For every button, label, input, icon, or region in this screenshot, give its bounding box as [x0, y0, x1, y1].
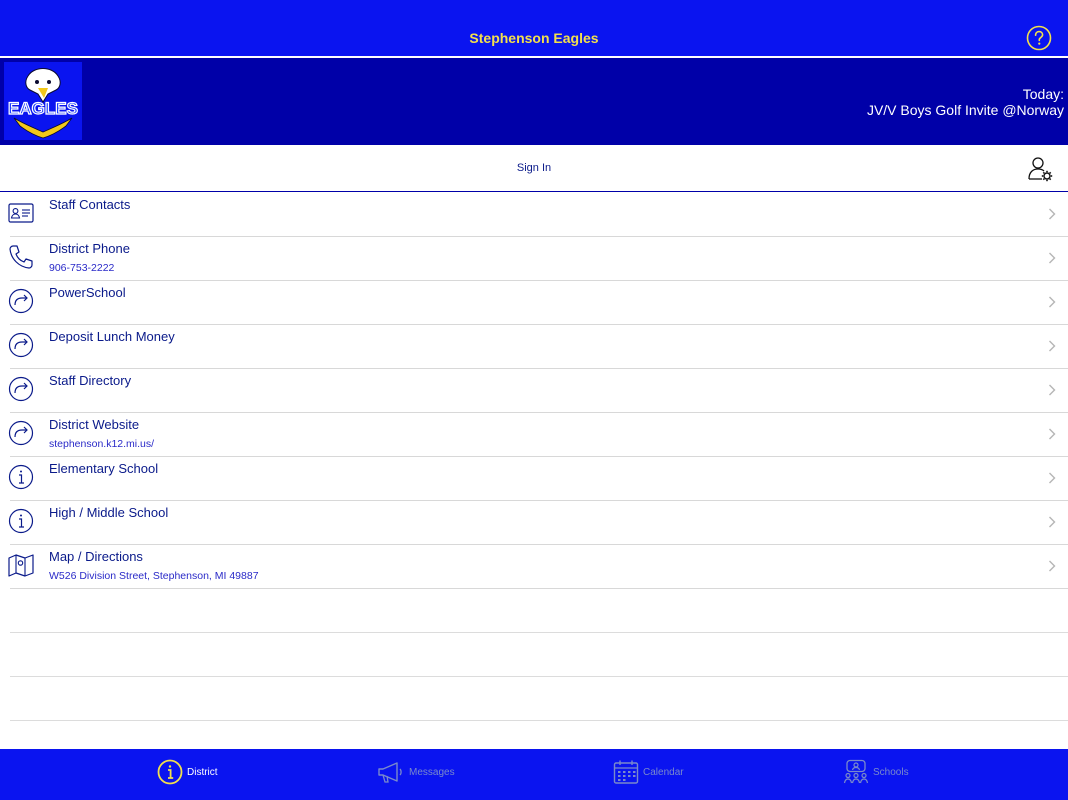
signin-bar: Sign In — [0, 145, 1068, 192]
chevron-right-icon — [1049, 516, 1056, 528]
list-item-deposit-lunch-money[interactable]: Deposit Lunch Money — [8, 325, 1068, 369]
list-item-label: Staff Directory — [49, 373, 132, 388]
help-circle-icon[interactable] — [1026, 25, 1052, 51]
chevron-right-icon — [1049, 560, 1056, 572]
tab-calendar[interactable]: Calendar — [613, 757, 684, 787]
list-item-district-phone[interactable]: District Phone 906-753-2222 — [9, 237, 1068, 281]
redirect-icon — [8, 332, 34, 358]
chevron-right-icon — [1049, 472, 1056, 484]
empty-list-row — [10, 633, 1068, 677]
list-item-district-website[interactable]: District Website stephenson.k12.mi.us/ — [8, 413, 1068, 457]
list-item-label: Elementary School — [49, 461, 159, 476]
schools-group-icon — [843, 759, 869, 784]
info-icon — [8, 508, 34, 534]
list-item-staff-directory[interactable]: Staff Directory — [8, 369, 1068, 413]
list-item-label: District Phone — [49, 241, 130, 256]
district-list: Staff Contacts District Phone 906-753-22… — [0, 193, 1068, 721]
district-website-url[interactable]: stephenson.k12.mi.us/ — [49, 438, 154, 450]
empty-list-row — [10, 677, 1068, 721]
tab-label: Calendar — [643, 766, 684, 778]
bottom-tab-bar: District Messages Calendar Schools — [0, 749, 1068, 800]
tab-district[interactable]: District — [157, 757, 218, 787]
info-circle-icon — [157, 759, 183, 785]
list-item-label: Deposit Lunch Money — [49, 329, 175, 344]
tab-label: Messages — [409, 766, 455, 778]
banner: EAGLES Today: JV/V Boys Golf Invite @Nor… — [0, 58, 1068, 145]
app-title: Stephenson Eagles — [469, 30, 599, 46]
user-settings-icon[interactable] — [1026, 155, 1054, 183]
app-window: Stephenson Eagles EAGLES Today: JV/V Boy… — [0, 0, 1068, 800]
redirect-icon — [8, 376, 34, 402]
list-item-label: District Website — [49, 417, 140, 432]
tab-label: District — [187, 766, 218, 778]
chevron-right-icon — [1049, 428, 1056, 440]
map-icon — [8, 554, 34, 577]
district-phone-number[interactable]: 906-753-2222 — [49, 262, 114, 274]
chevron-right-icon — [1049, 208, 1056, 220]
info-icon — [8, 464, 34, 490]
list-item-elementary-school[interactable]: Elementary School — [8, 457, 1068, 501]
calendar-icon — [613, 760, 639, 784]
today-label: Today: — [1022, 86, 1064, 102]
today-event-panel[interactable]: Today: JV/V Boys Golf Invite @Norway — [867, 86, 1064, 118]
redirect-icon — [8, 288, 34, 314]
list-item-powerschool[interactable]: PowerSchool — [8, 281, 1068, 325]
tab-messages[interactable]: Messages — [377, 757, 455, 787]
list-item-label: Staff Contacts — [49, 197, 131, 212]
chevron-right-icon — [1049, 252, 1056, 264]
list-item-label: PowerSchool — [49, 285, 126, 300]
list-item-high-middle-school[interactable]: High / Middle School — [8, 501, 1068, 545]
chevron-right-icon — [1049, 296, 1056, 308]
logo-text: EAGLES — [8, 99, 78, 118]
chevron-right-icon — [1049, 384, 1056, 396]
phone-icon — [9, 245, 33, 269]
list-item-map-directions[interactable]: Map / Directions W526 Division Street, S… — [8, 545, 1068, 589]
today-event: JV/V Boys Golf Invite @Norway — [866, 102, 1064, 118]
contact-card-icon — [8, 203, 34, 223]
redirect-icon — [8, 420, 34, 446]
list-item-label: Map / Directions — [49, 549, 143, 564]
empty-list-row — [10, 589, 1068, 633]
megaphone-icon — [378, 762, 402, 783]
tab-schools[interactable]: Schools — [843, 757, 909, 787]
district-address[interactable]: W526 Division Street, Stephenson, MI 498… — [49, 570, 259, 582]
eagles-logo: EAGLES — [4, 62, 82, 140]
sign-in-button[interactable]: Sign In — [0, 162, 1068, 174]
chevron-right-icon — [1049, 340, 1056, 352]
tab-label: Schools — [873, 766, 909, 778]
list-item-label: High / Middle School — [49, 505, 169, 520]
title-bar: Stephenson Eagles — [0, 0, 1068, 57]
list-item-staff-contacts[interactable]: Staff Contacts — [8, 193, 1068, 237]
